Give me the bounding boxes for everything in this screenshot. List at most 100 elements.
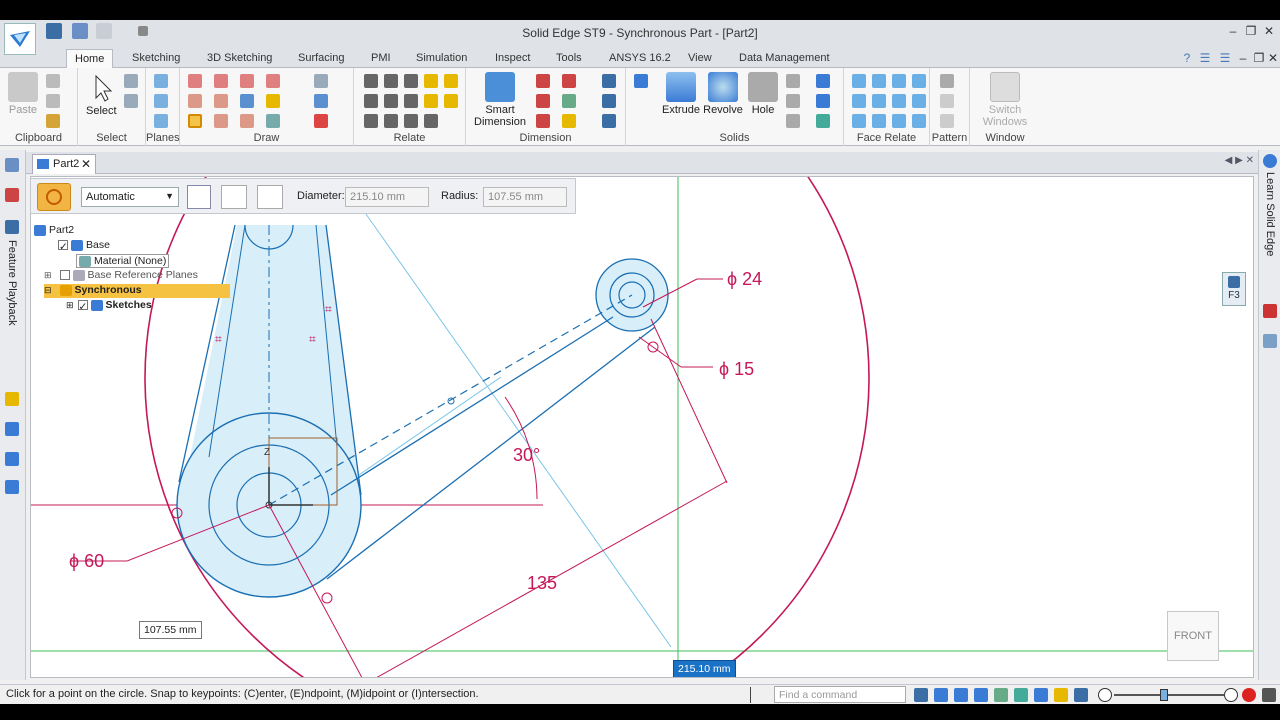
face-parallel-icon[interactable] [892,74,906,88]
face-symmetric-icon[interactable] [872,94,886,108]
doc-restore-button[interactable]: ❐ [1252,51,1266,65]
doc-close-button[interactable]: ✕ [1266,51,1280,65]
hole-button[interactable]: Hole [746,72,780,116]
record-icon[interactable] [1242,688,1256,702]
thin-wall-icon[interactable] [786,114,800,128]
face-offset-icon[interactable] [912,94,926,108]
perpendicular-icon[interactable] [404,94,418,108]
shading-icon[interactable] [1054,688,1068,702]
dim-phi60[interactable]: ϕ 60 [69,551,104,571]
checkbox-icon[interactable] [59,270,70,281]
options-icon[interactable] [1262,688,1276,702]
boolean-icon[interactable] [816,94,830,108]
line-width-button[interactable] [257,185,283,209]
round-icon[interactable] [786,74,800,88]
mode-select[interactable]: Automatic ▼ [81,187,179,207]
arc-icon[interactable] [214,74,228,88]
feature-playback-tab[interactable]: Feature Playback [6,240,18,326]
color-manager-icon[interactable] [5,392,19,406]
zoom-slider[interactable] [1114,694,1224,696]
coordinate-dimension-icon[interactable] [536,114,550,128]
face-perpendicular-icon[interactable] [912,74,926,88]
mirror-feature-icon[interactable] [816,114,830,128]
tab-ansys[interactable]: ANSYS 16.2 [601,49,679,68]
zoom-out-icon[interactable] [1098,688,1112,702]
doc-tab-part2[interactable]: Part2 ✕ [32,154,96,174]
tree-synchronous[interactable]: ⊟ Synchronous [44,284,230,298]
tree-ref-planes[interactable]: ⊞ Base Reference Planes [44,269,198,283]
tab-tools[interactable]: Tools [548,49,590,68]
zoom-icon[interactable] [954,688,968,702]
curve-icon[interactable] [214,114,228,128]
doc-tabs-nav-icon[interactable]: ◀ ▶ ✕ [1225,155,1254,166]
copy-icon[interactable] [46,94,60,108]
coaxial-icon[interactable] [872,74,886,88]
tangent-arc-icon[interactable] [214,94,228,108]
add-body-icon[interactable] [816,74,830,88]
tab-simulation[interactable]: Simulation [408,49,475,68]
doc-list-icon[interactable] [1263,334,1277,348]
face-aligned-icon[interactable] [892,114,906,128]
connect-icon[interactable] [364,74,378,88]
point-icon[interactable] [240,114,254,128]
radius-input-box[interactable]: 107.55 mm [139,621,202,639]
pattern-options-icon[interactable] [940,114,954,128]
line-icon[interactable] [188,74,202,88]
tree-material[interactable]: Material (None) [76,254,170,268]
zoom-in-icon[interactable] [1224,688,1238,702]
view-cube[interactable]: FRONT [1167,611,1219,661]
family-icon[interactable] [5,452,19,466]
project-icon[interactable] [314,74,328,88]
dim-phi15[interactable]: ϕ 15 [719,359,754,379]
tree-sketches[interactable]: ⊞ ✓ Sketches [66,299,152,313]
solid-type-icon[interactable] [634,74,648,88]
face-rigid-icon[interactable] [852,114,866,128]
extrude-button[interactable]: Extrude [660,72,702,116]
coplanar-icon[interactable] [852,74,866,88]
line-color-button[interactable] [187,185,211,209]
equal-icon[interactable] [384,94,398,108]
diameter-field[interactable]: 215.10 mm [345,187,429,207]
collinear-icon[interactable] [404,114,418,128]
face-tangent-icon[interactable] [852,94,866,108]
fit-icon[interactable] [974,688,988,702]
dimension-axis-icon[interactable] [562,94,576,108]
parallel-icon[interactable] [384,74,398,88]
select-button[interactable]: Select [86,72,117,117]
dim-length[interactable]: 135 [527,573,557,593]
trim-icon[interactable] [240,74,254,88]
tab-home[interactable]: Home [66,49,114,68]
face-equal-radius-icon[interactable] [892,94,906,108]
learn-solid-edge-tab[interactable]: Learn Solid Edge [1264,172,1276,256]
doc-minimize-button[interactable]: – [1236,51,1250,65]
tab-3d-sketching[interactable]: 3D Sketching [199,49,280,68]
callout-icon[interactable] [602,114,616,128]
learn-help-icon[interactable] [1263,154,1277,168]
coincident-plane-icon[interactable] [154,74,168,88]
application-button[interactable] [4,23,36,55]
circle-by-center-icon[interactable] [188,114,202,128]
feature-playback-icon[interactable] [5,220,19,234]
relation-assistant-icon[interactable] [424,94,438,108]
rotate-icon[interactable] [1014,688,1028,702]
zoom-slider-thumb[interactable] [1160,689,1168,701]
horizontal-vertical-icon[interactable] [364,94,378,108]
youtube-icon[interactable] [1263,304,1277,318]
tab-sketching[interactable]: Sketching [124,49,188,68]
text-icon[interactable] [602,94,616,108]
dim-angle[interactable]: 30° [513,445,540,465]
restore-button[interactable]: ❐ [1244,24,1258,38]
construction-icon[interactable] [314,94,328,108]
zoom-area-icon[interactable] [934,688,948,702]
symmetric-diameter-icon[interactable] [562,74,576,88]
face-ground-icon[interactable] [872,114,886,128]
lock-sketch-plane-button[interactable]: F3 [1222,272,1246,306]
rigid-set-icon[interactable] [384,114,398,128]
mirror-icon[interactable] [266,114,280,128]
annotation-icon[interactable] [602,74,616,88]
smart-dimension-button[interactable]: Smart Dimension [470,72,530,128]
layers-icon[interactable] [5,188,19,202]
offset-icon[interactable] [240,94,254,108]
lock-relation-icon[interactable] [424,74,438,88]
view-orient-icon[interactable] [1034,688,1048,702]
